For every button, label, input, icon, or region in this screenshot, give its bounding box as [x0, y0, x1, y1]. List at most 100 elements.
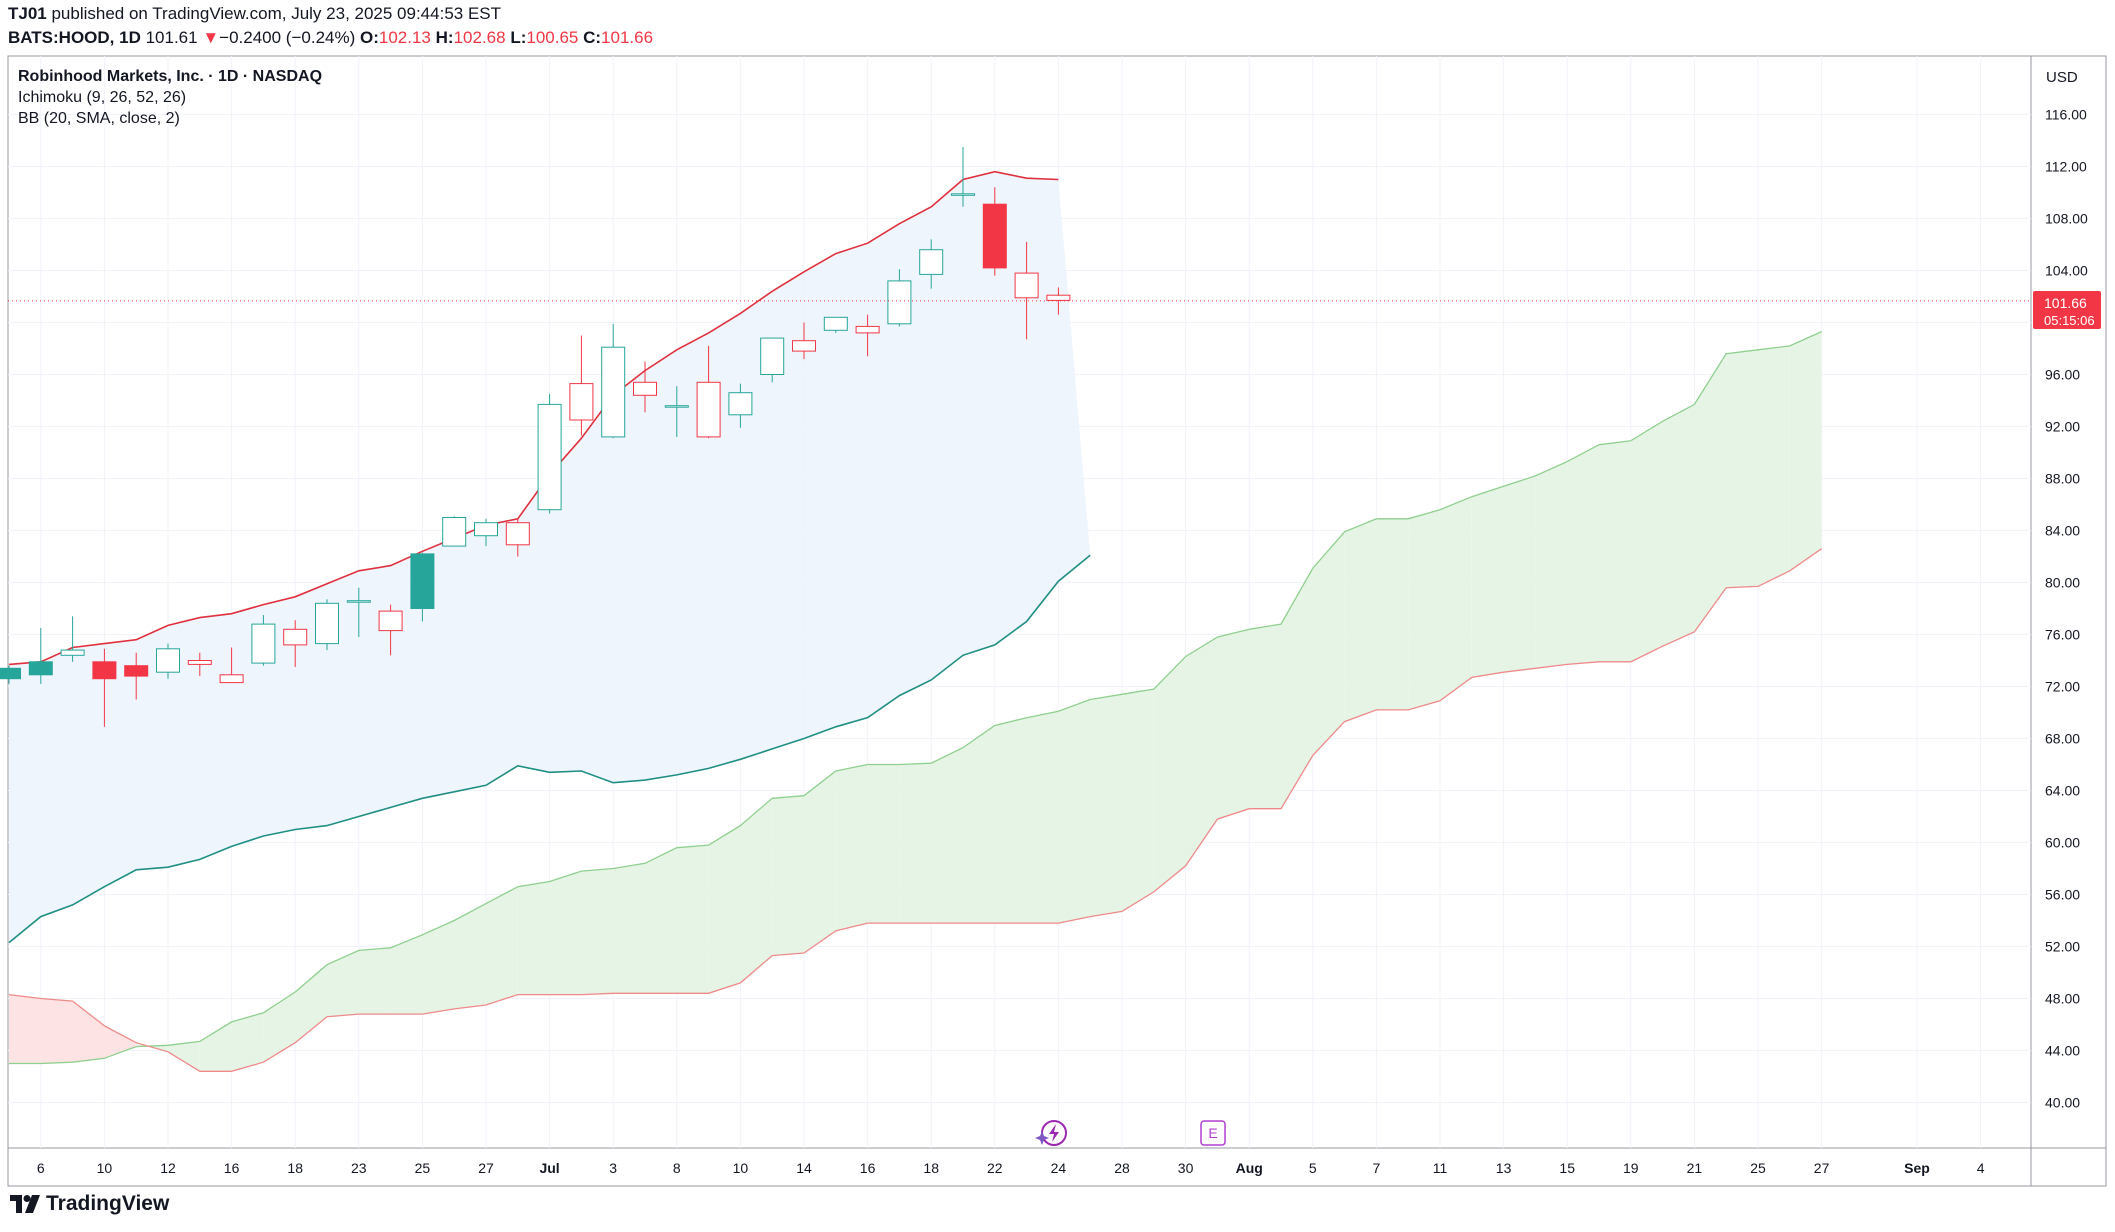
price-tick-label: 88.00: [2045, 471, 2080, 487]
candle-body: [1014, 272, 1039, 299]
cloud-segment: [295, 964, 327, 1043]
date-tick-label: 30: [1178, 1160, 1194, 1176]
tradingview-logo[interactable]: TradingView: [10, 1192, 169, 1216]
price-axis[interactable]: 116.00112.00108.00104.00100.0096.0092.00…: [2045, 107, 2088, 1111]
candle-body: [728, 392, 753, 416]
cloud-segment: [931, 747, 963, 924]
cloud-segment: [104, 1025, 137, 1059]
candle-body: [951, 193, 975, 196]
cloud-segment: [1249, 624, 1281, 809]
cloud-segment: [1440, 496, 1472, 701]
cloud-segment: [772, 795, 804, 956]
cloud-segment: [168, 1041, 200, 1072]
legend-title[interactable]: Robinhood Markets, Inc. · 1D · NASDAQ: [18, 66, 322, 87]
date-tick-label: 11: [1433, 1160, 1448, 1176]
cloud-segment: [1185, 637, 1218, 866]
earnings-label: E: [1208, 1125, 1217, 1141]
candle-body: [537, 403, 562, 511]
cloud-segment: [1503, 475, 1536, 673]
price-tick-label: 48.00: [2045, 991, 2080, 1007]
candle-body: [28, 661, 53, 676]
cloud-segment: [1726, 349, 1758, 588]
cloud-segment: [327, 950, 359, 1017]
date-tick-label: 12: [160, 1160, 176, 1176]
cloud-segment: [549, 871, 582, 995]
cloud-segment: [1376, 518, 1409, 710]
cloud-segment: [422, 920, 455, 1015]
date-tick-label: 16: [860, 1160, 876, 1176]
date-tick-label: 5: [1309, 1160, 1317, 1176]
candle-body: [156, 648, 180, 673]
cloud-segment: [486, 886, 518, 1005]
cloud-segment: [1789, 331, 1822, 571]
cloud-segment: [645, 847, 677, 994]
time-axis[interactable]: 6 10 12 16 18 23 25 27 Jul 3 8 10 14 16 18 22 24 28 30 Aug 5…: [37, 1160, 1985, 1176]
candle-body: [474, 522, 498, 537]
cloud-segment: [1217, 629, 1250, 820]
cloud-segment: [963, 725, 995, 924]
date-tick-label: 13: [1496, 1160, 1512, 1176]
candle-body: [569, 383, 594, 421]
cloud-segment: [613, 863, 645, 994]
cloud-segment: [740, 798, 773, 983]
date-tick-label: 16: [224, 1160, 240, 1176]
date-tick-label: 27: [1814, 1160, 1830, 1176]
candle-body: [251, 623, 276, 664]
legend-ichimoku[interactable]: Ichimoku (9, 26, 52, 26): [18, 87, 322, 108]
date-tick-label: 7: [1373, 1160, 1381, 1176]
candle-body: [92, 661, 117, 680]
brand-name: TradingView: [46, 1192, 170, 1215]
candle-body: [505, 522, 530, 546]
legend-bb[interactable]: BB (20, SMA, close, 2): [18, 108, 322, 129]
cloud-segment: [1153, 656, 1186, 892]
candle-body: [887, 280, 912, 325]
price-tick-label: 52.00: [2045, 939, 2080, 955]
date-tick-label: 27: [478, 1160, 494, 1176]
cloud-segment: [72, 1001, 105, 1063]
cloud-segment: [835, 764, 868, 931]
candle-body: [792, 340, 816, 352]
cloud-segment: [231, 1012, 264, 1072]
price-tick-label: 80.00: [2045, 575, 2080, 591]
candle-body: [919, 249, 944, 275]
candle-body: [633, 381, 657, 396]
candle-body: [124, 665, 149, 677]
candle-body: [855, 325, 880, 334]
date-tick-label: 18: [287, 1160, 303, 1176]
date-tick-label: 25: [1750, 1160, 1766, 1176]
candle-body: [378, 610, 403, 632]
dividend-event-icon[interactable]: [1035, 1120, 1067, 1146]
cloud-segment: [1026, 711, 1059, 924]
date-tick-label: 8: [673, 1160, 681, 1176]
cloud-segment: [454, 903, 486, 1009]
date-tick-label: 28: [1114, 1160, 1130, 1176]
indicator-legend: Robinhood Markets, Inc. · 1D · NASDAQ Ic…: [18, 66, 322, 129]
candle-body: [283, 628, 308, 646]
price-tick-label: 84.00: [2045, 523, 2080, 539]
candle-body: [442, 517, 467, 547]
price-tick-label: 64.00: [2045, 783, 2080, 799]
price-chart[interactable]: 116.00112.00108.00104.00100.0096.0092.00…: [0, 0, 2115, 1232]
cloud-segment: [40, 998, 73, 1064]
date-tick-label: 10: [733, 1160, 749, 1176]
date-tick-label: 25: [415, 1160, 431, 1176]
currency-label[interactable]: USD: [2046, 69, 2078, 86]
cloud-segment: [899, 763, 932, 924]
candle-body: [187, 660, 212, 665]
price-tick-label: 116.00: [2045, 107, 2087, 123]
earnings-event-icon[interactable]: E: [1200, 1120, 1226, 1146]
date-tick-label: 19: [1623, 1160, 1639, 1176]
cloud-segment: [676, 845, 709, 994]
date-tick-label: Sep: [1904, 1160, 1930, 1176]
date-tick-label: 4: [1977, 1160, 1985, 1176]
candle-body: [982, 203, 1007, 269]
candle-body: [760, 337, 785, 376]
candle-body: [315, 602, 339, 645]
cloud-segment: [1058, 699, 1091, 924]
cloud-segment: [804, 771, 836, 953]
date-tick-label: 6: [37, 1160, 45, 1176]
cloud-segment: [1122, 689, 1154, 912]
price-tick-label: 40.00: [2045, 1095, 2080, 1111]
date-tick-label: 22: [987, 1160, 1003, 1176]
cloud-segment: [1344, 518, 1377, 722]
